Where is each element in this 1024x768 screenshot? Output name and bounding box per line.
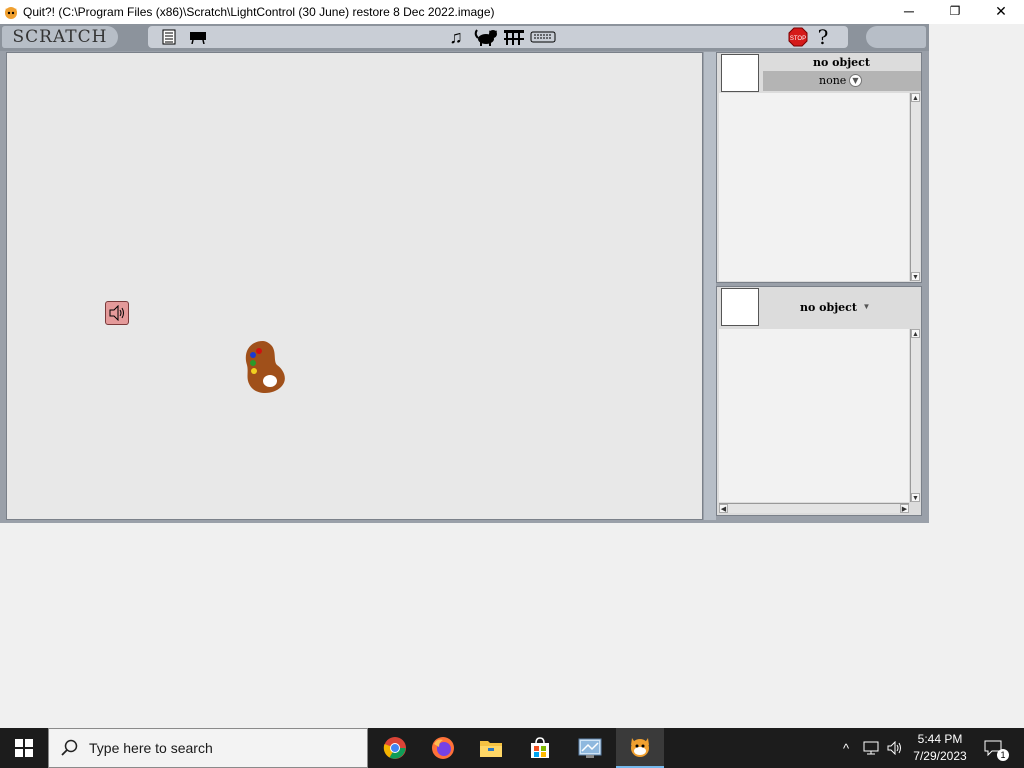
scratch-topbar: SCRATCH ♫ STOP ? [0,24,929,51]
object-label: no object [813,56,870,69]
sprite-panel: no object none ▼ ▲ ▼ [716,52,922,283]
restore-button[interactable]: ❐ [932,0,978,22]
windows-logo-icon [15,739,33,757]
script-panel: no object ▼ ▲ ▼ ◀ ▶ [716,286,922,516]
chevron-up-icon[interactable]: ^ [836,728,856,768]
scroll-down-icon[interactable]: ▼ [911,493,920,502]
keyboard-icon[interactable] [530,28,556,46]
firefox-icon[interactable] [419,728,467,768]
volume-icon[interactable] [884,728,906,768]
bridge-icon[interactable] [502,28,526,46]
clock-date: 7/29/2023 [913,749,967,763]
chrome-icon[interactable] [371,728,419,768]
scratch-logo[interactable]: SCRATCH [2,26,118,48]
scratch-cat-icon [5,7,17,19]
file-explorer-icon[interactable] [467,728,515,768]
clock-time: 5:44 PM [917,732,963,746]
presentation-icon[interactable] [188,28,208,46]
store-icon[interactable] [516,728,564,768]
minimize-button[interactable]: ─ [886,0,932,22]
category-dropdown[interactable]: none ▼ [763,71,921,91]
panel-divider[interactable] [704,52,716,520]
clock[interactable]: 5:44 PM 7/29/2023 [906,731,974,765]
close-button[interactable]: ✕ [978,0,1024,22]
window-titlebar: Quit?! (C:\Program Files (x86)\Scratch\L… [0,0,1024,24]
scroll-right-icon[interactable]: ▶ [900,504,909,513]
notification-center-icon[interactable] [980,728,1006,768]
speaker-icon[interactable] [105,301,129,325]
stop-button[interactable]: STOP [787,27,809,47]
horizontal-scrollbar[interactable]: ◀ ▶ [719,503,909,513]
network-icon[interactable] [860,728,882,768]
search-placeholder: Type here to search [89,740,213,756]
scripts-area[interactable] [719,329,909,502]
dropdown-value: none [819,74,847,87]
vertical-scrollbar[interactable]: ▲ ▼ [910,93,920,281]
scroll-left-icon[interactable]: ◀ [719,504,728,513]
paint-palette-icon[interactable] [243,339,287,395]
scroll-up-icon[interactable]: ▲ [911,329,920,338]
windows-start-button[interactable] [0,728,48,768]
stop-label: STOP [790,36,806,42]
stage-area[interactable] [6,52,703,520]
object-thumbnail[interactable] [721,288,759,326]
vertical-scrollbar[interactable]: ▲ ▼ [910,329,920,502]
taskbar: Type here to search ^ 5:44 PM 7/29/2023 … [0,728,1024,768]
object-label: no object [800,301,857,314]
search-icon [61,739,78,756]
chevron-down-icon[interactable]: ▼ [860,301,873,314]
toolbar-right-cap [866,26,926,48]
scratch-taskbar-icon[interactable] [616,728,664,768]
sprite-thumbnail[interactable] [721,54,759,92]
taskbar-search-box[interactable]: Type here to search [48,728,368,768]
scratch-toolbar: ♫ STOP ? [148,25,848,49]
cat-icon[interactable] [473,28,499,46]
scroll-down-icon[interactable]: ▼ [911,272,920,281]
chevron-down-icon[interactable]: ▼ [849,74,862,87]
window-title: Quit?! (C:\Program Files (x86)\Scratch\L… [23,5,495,19]
notification-badge: 1 [997,749,1009,761]
help-button[interactable]: ? [813,25,833,49]
document-icon[interactable] [160,28,178,46]
control-panel-icon[interactable] [566,728,614,768]
blocks-palette[interactable] [719,93,909,281]
music-note-icon[interactable]: ♫ [446,27,466,47]
scratch-window: SCRATCH ♫ STOP ? no object none ▼ ▲ ▼ no… [0,24,929,523]
scroll-up-icon[interactable]: ▲ [911,93,920,102]
